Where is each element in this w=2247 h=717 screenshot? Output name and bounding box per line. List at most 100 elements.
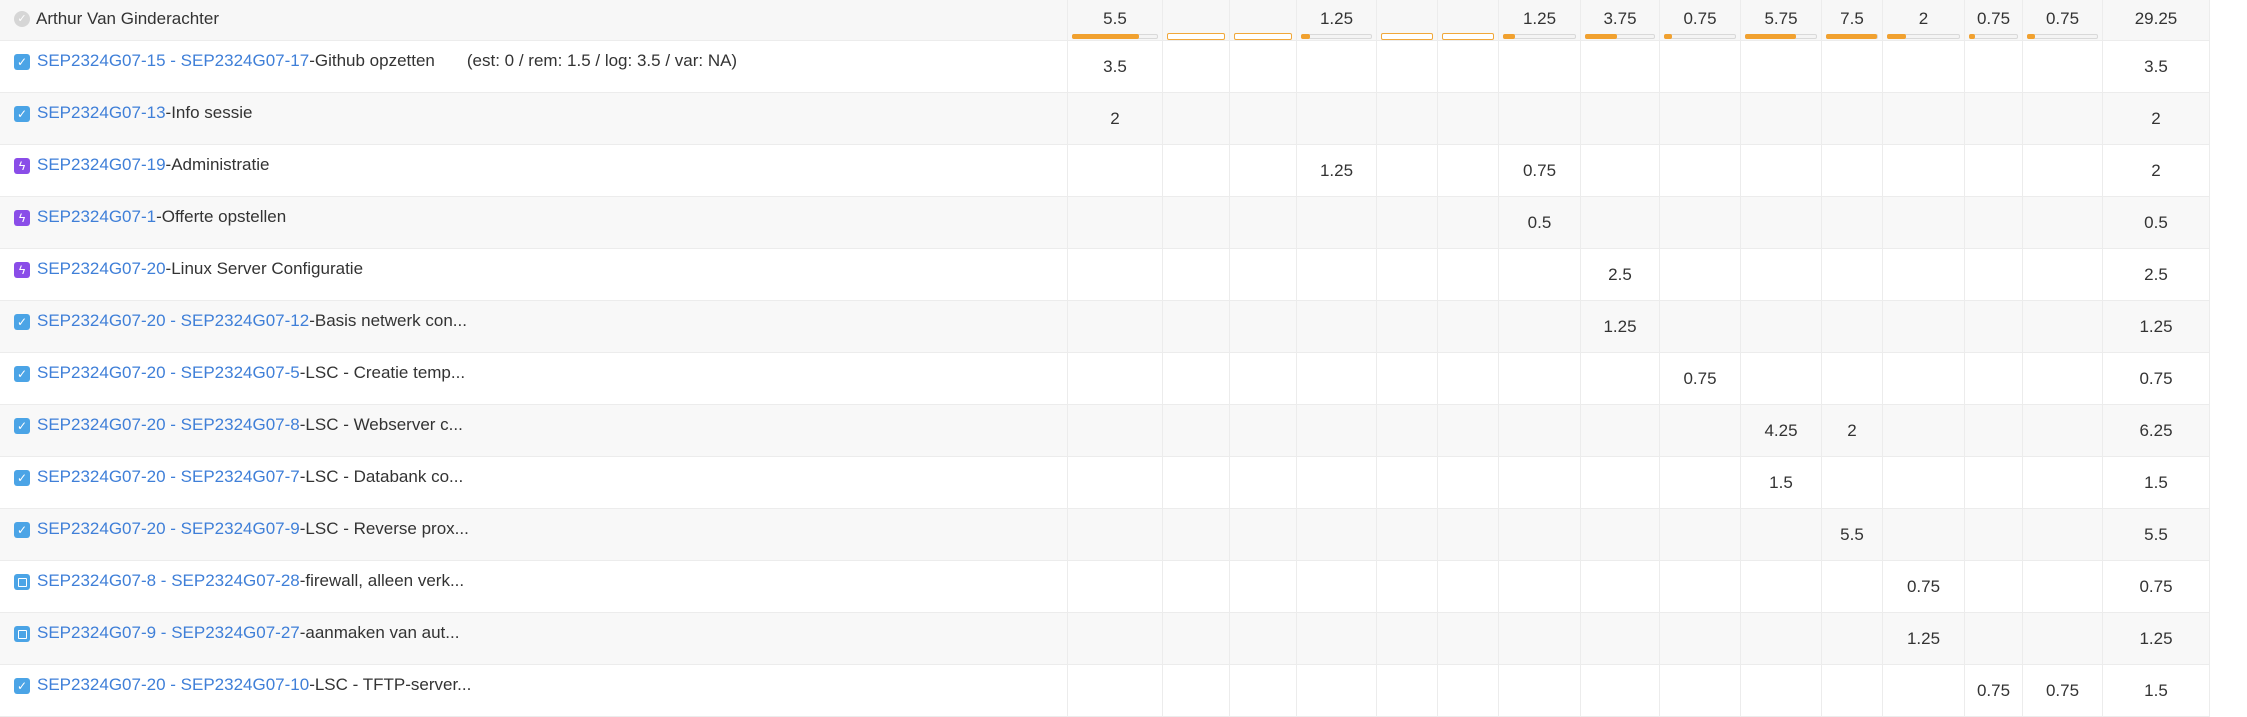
row-total-cell: 1.5: [2103, 457, 2210, 509]
issue-cell: ✓ SEP2324G07-20 - SEP2324G07-7 -LSC - Dat…: [0, 457, 1068, 509]
hours-cell: [1822, 41, 1883, 93]
issue-summary: -LSC - Databank co...: [299, 467, 464, 486]
hours-cell: [1660, 301, 1741, 353]
hours-cell: [1581, 145, 1660, 197]
hours-cell: [1297, 405, 1377, 457]
issue-key-link[interactable]: SEP2324G07-20 - SEP2324G07-12: [37, 311, 309, 331]
hours-cell: 0.5: [1499, 197, 1581, 249]
hours-cell: [1741, 41, 1822, 93]
hours-cell: [1660, 457, 1741, 509]
hours-cell: 1.25: [1883, 613, 1965, 665]
hours-cell: [1163, 197, 1230, 249]
hours-cell: [1377, 405, 1438, 457]
hours-cell: [1438, 353, 1499, 405]
progress-bar: [1503, 34, 1576, 39]
hours-cell: [1822, 613, 1883, 665]
header-total-value: 5.75: [1764, 9, 1798, 28]
hours-cell: [1965, 561, 2023, 613]
issue-cell: ✓ SEP2324G07-20 - SEP2324G07-9 -LSC - Rev…: [0, 509, 1068, 561]
header-total-cell: [1163, 0, 1230, 41]
hours-cell: [1741, 613, 1822, 665]
hours-cell: [1438, 93, 1499, 145]
hours-cell: [1377, 353, 1438, 405]
row-total-value: 1.5: [2144, 472, 2168, 492]
issue-key-link[interactable]: SEP2324G07-20 - SEP2324G07-9: [37, 519, 300, 539]
hours-cell: [1377, 457, 1438, 509]
issue-key-link[interactable]: SEP2324G07-20: [37, 259, 166, 279]
header-total-cell: 0.75: [2023, 0, 2103, 41]
hours-cell: [1883, 509, 1965, 561]
row-total-cell: 6.25: [2103, 405, 2210, 457]
checkbox-icon: ✓: [14, 314, 30, 330]
issue-key-link[interactable]: SEP2324G07-15 - SEP2324G07-17: [37, 51, 309, 71]
hours-cell: [1660, 93, 1741, 145]
hours-value: 2: [1847, 420, 1857, 440]
hours-cell: [1822, 249, 1883, 301]
hours-cell: [1499, 353, 1581, 405]
row-total-value: 1.25: [2139, 316, 2173, 336]
issue-key-link[interactable]: SEP2324G07-20 - SEP2324G07-7: [37, 467, 300, 487]
hours-cell: [1297, 301, 1377, 353]
issue-key-link[interactable]: SEP2324G07-1: [37, 207, 156, 227]
hours-cell: [1499, 509, 1581, 561]
hours-cell: [1883, 301, 1965, 353]
header-total-value: 3.75: [1603, 9, 1637, 28]
user-cell[interactable]: ✓ Arthur Van Ginderachter: [0, 0, 1068, 41]
issue-key-link[interactable]: SEP2324G07-20 - SEP2324G07-10: [37, 675, 309, 695]
hours-cell: 0.75: [1883, 561, 1965, 613]
hours-cell: [1297, 561, 1377, 613]
hours-cell: [1068, 301, 1163, 353]
hours-cell: [1297, 353, 1377, 405]
hours-cell: [1297, 613, 1377, 665]
hours-cell: [1230, 93, 1297, 145]
row-total-value: 6.25: [2139, 420, 2173, 440]
hours-cell: [1822, 665, 1883, 717]
header-total-cell: 5.5: [1068, 0, 1163, 41]
hours-cell: [1965, 613, 2023, 665]
header-total-value: 0.75: [1683, 9, 1717, 28]
issue-key-link[interactable]: SEP2324G07-13: [37, 103, 166, 123]
hours-value: 0.75: [1976, 680, 2011, 700]
progress-bar: [2027, 34, 2098, 39]
hours-cell: [1297, 249, 1377, 301]
issue-key-link[interactable]: SEP2324G07-20 - SEP2324G07-5: [37, 363, 300, 383]
checkbox-icon: ✓: [14, 418, 30, 434]
row-total-cell: 1.25: [2103, 301, 2210, 353]
hours-cell: [1163, 301, 1230, 353]
header-total-cell: 0.75: [1660, 0, 1741, 41]
progress-bar: [1585, 34, 1655, 39]
hours-cell: [1499, 41, 1581, 93]
hours-cell: [1499, 457, 1581, 509]
lightning-icon: ϟ: [14, 262, 30, 278]
hours-cell: [1581, 93, 1660, 145]
hours-cell: 0.75: [1660, 353, 1741, 405]
hours-value: 2: [1110, 108, 1120, 128]
hours-cell: [1883, 353, 1965, 405]
hours-cell: 2: [1068, 93, 1163, 145]
hours-cell: [1438, 665, 1499, 717]
hours-cell: [1822, 301, 1883, 353]
issue-key-link[interactable]: SEP2324G07-9 - SEP2324G07-27: [37, 623, 300, 643]
hours-cell: [1660, 41, 1741, 93]
header-total-value: 1.25: [1319, 9, 1354, 28]
progress-fill: [1503, 34, 1515, 39]
hours-cell: [1230, 197, 1297, 249]
issue-key-link[interactable]: SEP2324G07-19: [37, 155, 166, 175]
header-total-cell: 0.75: [1965, 0, 2023, 41]
hours-cell: [1965, 353, 2023, 405]
hours-cell: [2023, 613, 2103, 665]
hours-cell: [1438, 457, 1499, 509]
issue-key-link[interactable]: SEP2324G07-20 - SEP2324G07-8: [37, 415, 300, 435]
header-total-cell: [1230, 0, 1297, 41]
issue-key-link[interactable]: SEP2324G07-8 - SEP2324G07-28: [37, 571, 300, 591]
issue-summary: -Offerte opstellen: [156, 207, 287, 226]
hours-cell: 4.25: [1741, 405, 1822, 457]
hours-cell: [1377, 509, 1438, 561]
hours-cell: 0.75: [2023, 665, 2103, 717]
progress-fill: [1664, 34, 1672, 39]
hours-cell: [1230, 249, 1297, 301]
header-total-cell: 7.5: [1822, 0, 1883, 41]
hours-cell: [1741, 93, 1822, 145]
progress-fill: [2027, 34, 2035, 39]
hours-cell: [2023, 249, 2103, 301]
